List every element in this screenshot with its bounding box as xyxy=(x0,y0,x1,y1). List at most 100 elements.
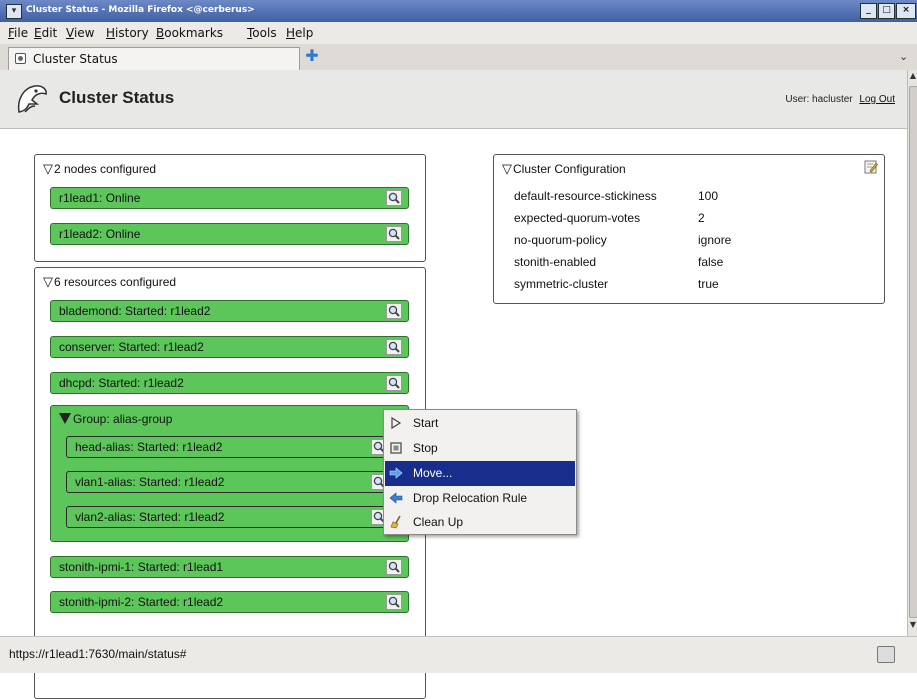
penguin-logo-icon xyxy=(17,85,47,113)
config-key: expected-quorum-votes xyxy=(514,211,641,225)
menu-bookmarks[interactable]: Bookmarks xyxy=(156,26,223,40)
move-arrow-icon xyxy=(389,467,403,479)
menu-history[interactable]: History xyxy=(106,26,149,40)
config-key: stonith-enabled xyxy=(514,255,597,269)
new-tab-icon[interactable]: ✚ xyxy=(303,47,321,65)
menu-item-stop[interactable]: Stop xyxy=(385,436,575,461)
node-item[interactable]: r1lead1: Online xyxy=(50,187,409,209)
scrollbar-thumb[interactable] xyxy=(909,86,917,618)
user-info: User: hacluster Log Out xyxy=(785,94,895,105)
menu-file[interactable]: File xyxy=(8,26,28,40)
edit-config-icon[interactable] xyxy=(864,160,878,174)
tab-list-icon[interactable]: ⌄ xyxy=(899,50,908,63)
menu-item-start[interactable]: Start xyxy=(385,411,575,436)
inspect-magnifier-icon[interactable] xyxy=(386,375,402,391)
menu-edit[interactable]: Edit xyxy=(34,26,57,40)
node-label: r1lead2: Online xyxy=(59,227,141,241)
resource-label: conserver: Started: r1lead2 xyxy=(59,340,204,354)
resource-item[interactable]: dhcpd: Started: r1lead2 xyxy=(50,372,409,394)
tab-cluster-status[interactable]: Cluster Status xyxy=(8,47,300,70)
inspect-magnifier-icon[interactable] xyxy=(386,339,402,355)
drop-relocation-icon xyxy=(389,492,403,504)
window-title: Cluster Status - Mozilla Firefox <@cerbe… xyxy=(26,5,255,15)
resource-label: vlan1-alias: Started: r1lead2 xyxy=(75,475,225,489)
resource-item[interactable]: conserver: Started: r1lead2 xyxy=(50,336,409,358)
scroll-up-icon[interactable]: ▲ xyxy=(908,71,917,85)
menu-item-label: Stop xyxy=(413,441,438,455)
collapse-triangle-icon[interactable]: ▽ xyxy=(43,161,53,177)
minimize-icon[interactable]: _ xyxy=(860,3,877,19)
resource-label: head-alias: Started: r1lead2 xyxy=(75,440,223,454)
collapse-triangle-icon[interactable]: ▽ xyxy=(502,161,512,177)
page-header: Cluster Status User: hacluster Log Out xyxy=(0,70,907,129)
group-title-row[interactable]: Group: alias-group xyxy=(59,412,172,426)
menu-item-label: Start xyxy=(413,416,439,430)
maximize-icon[interactable]: □ xyxy=(878,3,895,19)
resources-panel: ▽6 resources configured blademond: Start… xyxy=(34,267,426,699)
logout-link[interactable]: Log Out xyxy=(859,94,895,105)
status-bar: https://r1lead1:7630/main/status# xyxy=(0,636,917,673)
config-value: true xyxy=(698,277,719,291)
menu-tools[interactable]: Tools xyxy=(247,26,277,40)
tab-bar: Cluster Status ✚ ⌄ xyxy=(0,44,917,71)
resource-context-menu: Start Stop Move... Drop Relocation Rule … xyxy=(383,409,577,535)
node-label: r1lead1: Online xyxy=(59,191,141,205)
menu-item-move[interactable]: Move... xyxy=(385,461,575,486)
menu-item-label: Clean Up xyxy=(413,515,464,529)
stop-icon xyxy=(390,442,402,454)
menu-help[interactable]: Help xyxy=(286,26,313,40)
inspect-magnifier-icon[interactable] xyxy=(386,190,402,206)
node-item[interactable]: r1lead2: Online xyxy=(50,223,409,245)
group-title: Group: alias-group xyxy=(73,412,173,426)
group-resource-item[interactable]: vlan1-alias: Started: r1lead2 xyxy=(66,471,394,493)
collapse-triangle-icon[interactable]: ▽ xyxy=(43,274,53,290)
resource-group[interactable]: Group: alias-group head-alias: Started: … xyxy=(50,405,409,542)
menu-item-label: Move... xyxy=(413,466,453,480)
nodes-panel-title[interactable]: ▽2 nodes configured xyxy=(43,161,156,177)
inspect-magnifier-icon[interactable] xyxy=(386,303,402,319)
resources-panel-title[interactable]: ▽6 resources configured xyxy=(43,274,176,290)
config-key: default-resource-stickiness xyxy=(514,189,657,203)
menu-item-label: Drop Relocation Rule xyxy=(413,491,528,505)
scroll-down-icon[interactable]: ▼ xyxy=(908,620,917,634)
close-icon[interactable]: × xyxy=(896,3,916,19)
inspect-magnifier-icon[interactable] xyxy=(386,559,402,575)
resource-label: dhcpd: Started: r1lead2 xyxy=(59,376,184,390)
resource-label: vlan2-alias: Started: r1lead2 xyxy=(75,510,225,524)
inspect-magnifier-icon[interactable] xyxy=(386,594,402,610)
config-key: no-quorum-policy xyxy=(514,233,607,247)
resource-label: stonith-ipmi-1: Started: r1lead1 xyxy=(59,560,224,574)
start-icon xyxy=(391,416,402,430)
vertical-scrollbar[interactable]: ▲ ▼ xyxy=(907,70,917,636)
resources-title: 6 resources configured xyxy=(54,275,177,289)
page-content: Cluster Status User: hacluster Log Out ▽… xyxy=(0,70,907,699)
menu-view[interactable]: View xyxy=(66,26,94,40)
nodes-panel: ▽2 nodes configured r1lead1: Online r1le… xyxy=(34,154,426,262)
config-value: ignore xyxy=(698,233,732,247)
config-value: false xyxy=(698,255,724,269)
page-title: Cluster Status xyxy=(59,88,175,107)
group-resource-item[interactable]: vlan2-alias: Started: r1lead2 xyxy=(66,506,394,528)
window-menu-icon[interactable]: ▾ xyxy=(6,4,22,19)
status-url: https://r1lead1:7630/main/status# xyxy=(9,647,187,661)
config-value: 100 xyxy=(698,189,719,203)
resource-item[interactable]: blademond: Started: r1lead2 xyxy=(50,300,409,322)
cluster-config-panel: ▽Cluster Configuration default-resource-… xyxy=(493,154,885,304)
menu-item-drop-relocation[interactable]: Drop Relocation Rule xyxy=(385,486,575,511)
collapse-triangle-icon[interactable] xyxy=(59,413,71,424)
tab-label: Cluster Status xyxy=(33,52,118,66)
inspect-magnifier-icon[interactable] xyxy=(386,226,402,242)
security-lock-icon[interactable] xyxy=(877,646,895,663)
config-value: 2 xyxy=(698,211,705,225)
resource-item[interactable]: stonith-ipmi-2: Started: r1lead2 xyxy=(50,591,409,613)
broom-icon xyxy=(390,515,401,529)
menu-item-clean-up[interactable]: Clean Up xyxy=(385,510,575,535)
config-title: Cluster Configuration xyxy=(513,162,626,176)
config-panel-title[interactable]: ▽Cluster Configuration xyxy=(502,161,626,177)
window-titlebar[interactable]: ▾ Cluster Status - Mozilla Firefox <@cer… xyxy=(0,0,917,22)
resource-item[interactable]: stonith-ipmi-1: Started: r1lead1 xyxy=(50,556,409,578)
nodes-title: 2 nodes configured xyxy=(54,162,157,176)
page-favicon-icon xyxy=(15,53,26,64)
resource-label: blademond: Started: r1lead2 xyxy=(59,304,211,318)
group-resource-item[interactable]: head-alias: Started: r1lead2 xyxy=(66,436,394,458)
